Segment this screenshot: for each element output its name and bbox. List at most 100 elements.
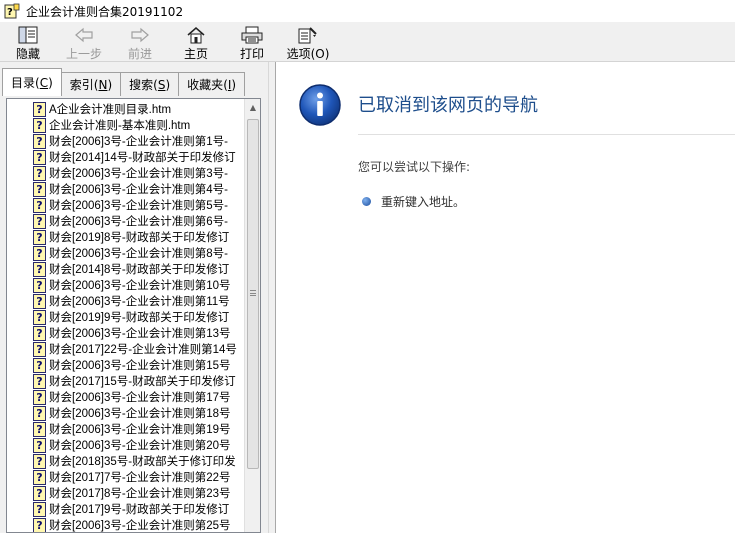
- tree-item[interactable]: ? 财会[2006]3号-企业会计准则第13号: [7, 325, 245, 341]
- tree-item[interactable]: ? 财会[2006]3号-企业会计准则第20号: [7, 437, 245, 453]
- tree-item-label: 财会[2006]3号-企业会计准则第13号: [49, 328, 231, 340]
- tree-item[interactable]: ? 财会[2006]3号-企业会计准则第3号-: [7, 165, 245, 181]
- tree-item[interactable]: ? 财会[2014]14号-财政部关于印发修订: [7, 149, 245, 165]
- tab-index-label: 索引: [69, 78, 94, 92]
- help-topic-icon: ?: [33, 293, 46, 309]
- tree-list: ? A企业会计准则目录.htm? 企业会计准则-基本准则.htm? 财会[2006]3…: [7, 101, 245, 532]
- help-topic-icon: ?: [33, 405, 46, 421]
- help-topic-icon: ?: [33, 421, 46, 437]
- tree-item[interactable]: ? 财会[2006]3号-企业会计准则第17号: [7, 389, 245, 405]
- help-topic-icon: ?: [33, 309, 46, 325]
- tree-item-label: 财会[2006]3号-企业会计准则第3号-: [49, 168, 228, 180]
- back-arrow-icon: [73, 25, 95, 44]
- tree-item[interactable]: ? 财会[2017]22号-企业会计准则第14号: [7, 341, 245, 357]
- tree-item-label: 财会[2018]35号-财政部关于修订印发: [49, 456, 236, 468]
- tree-item-label: 企业会计准则-基本准则.htm: [49, 120, 191, 132]
- tree-item-label: 财会[2006]3号-企业会计准则第10号: [49, 280, 231, 292]
- forward-label: 前进: [127, 47, 152, 61]
- help-topic-icon: ?: [33, 357, 46, 373]
- tree-item[interactable]: ? 企业会计准则-基本准则.htm: [7, 117, 245, 133]
- tree-item[interactable]: ? 财会[2018]35号-财政部关于修订印发: [7, 453, 245, 469]
- tab-search[interactable]: 搜索(S): [120, 72, 180, 96]
- home-icon: [185, 25, 207, 44]
- tree-item[interactable]: ? 财会[2019]8号-财政部关于印发修订: [7, 229, 245, 245]
- contents-tree[interactable]: ? A企业会计准则目录.htm? 企业会计准则-基本准则.htm? 财会[2006]3…: [6, 98, 261, 533]
- home-button[interactable]: 主页: [168, 22, 224, 62]
- tree-item[interactable]: ? 财会[2006]3号-企业会计准则第25号: [7, 517, 245, 532]
- tree-item-label: A企业会计准则目录.htm: [49, 104, 172, 116]
- tree-item-label: 财会[2006]3号-企业会计准则第20号: [49, 440, 231, 452]
- content-pane: 已取消到该网页的导航 您可以尝试以下操作: 重新键入地址。: [276, 62, 735, 533]
- tab-index[interactable]: 索引(N): [60, 72, 122, 96]
- tree-item[interactable]: ? 财会[2006]3号-企业会计准则第6号-: [7, 213, 245, 229]
- tree-item[interactable]: ? A企业会计准则目录.htm: [7, 101, 245, 117]
- help-topic-icon: ?: [33, 517, 46, 532]
- tree-item[interactable]: ? 财会[2017]8号-企业会计准则第23号: [7, 485, 245, 501]
- help-topic-icon: ?: [33, 165, 46, 181]
- help-topic-icon: ?: [33, 213, 46, 229]
- pane-splitter[interactable]: [268, 62, 276, 533]
- tree-item-label: 财会[2014]14号-财政部关于印发修订: [49, 152, 236, 164]
- hide-button[interactable]: 隐藏: [0, 22, 56, 62]
- help-topic-icon: ?: [33, 245, 46, 261]
- options-label: 选项(O): [286, 47, 330, 61]
- tree-item[interactable]: ? 财会[2006]3号-企业会计准则第1号-: [7, 133, 245, 149]
- forward-button[interactable]: 前进: [112, 22, 168, 62]
- tree-item-label: 财会[2006]3号-企业会计准则第19号: [49, 424, 231, 436]
- help-topic-icon: ?: [33, 181, 46, 197]
- suggestion-intro: 您可以尝试以下操作:: [358, 160, 471, 174]
- title-bar: ? 企业会计准则合集20191102: [0, 0, 735, 22]
- tree-item-label: 财会[2006]3号-企业会计准则第5号-: [49, 200, 228, 212]
- tree-item[interactable]: ? 财会[2017]9号-财政部关于印发修订: [7, 501, 245, 517]
- printer-icon: [241, 25, 263, 44]
- vertical-scrollbar[interactable]: ▲: [244, 99, 260, 532]
- tree-item-label: 财会[2006]3号-企业会计准则第1号-: [49, 136, 228, 148]
- tree-item[interactable]: ? 财会[2006]3号-企业会计准则第10号: [7, 277, 245, 293]
- forward-arrow-icon: [129, 25, 151, 44]
- scroll-up-icon[interactable]: ▲: [245, 99, 260, 116]
- tree-item[interactable]: ? 财会[2017]15号-财政部关于印发修订: [7, 373, 245, 389]
- tab-favorites-label: 收藏夹: [187, 78, 224, 92]
- print-button[interactable]: 打印: [224, 22, 280, 62]
- help-topic-icon: ?: [33, 229, 46, 245]
- tab-contents-key: C: [39, 75, 49, 90]
- help-topic-icon: ?: [33, 101, 46, 117]
- tree-item[interactable]: ? 财会[2006]3号-企业会计准则第15号: [7, 357, 245, 373]
- help-topic-icon: ?: [33, 453, 46, 469]
- help-topic-icon: ?: [33, 117, 46, 133]
- tab-search-key: S: [157, 77, 166, 92]
- navigation-pane: 目录(C) 索引(N) 搜索(S) 收藏夹(I) ? A企业会计准则目录.htm?…: [0, 62, 268, 533]
- tab-contents[interactable]: 目录(C): [2, 68, 62, 96]
- help-topic-icon: ?: [33, 341, 46, 357]
- tree-item-label: 财会[2017]8号-企业会计准则第23号: [49, 488, 231, 500]
- print-label: 打印: [239, 47, 264, 61]
- nav-tabs: 目录(C) 索引(N) 搜索(S) 收藏夹(I): [2, 68, 246, 96]
- tree-item-label: 财会[2017]15号-财政部关于印发修订: [49, 376, 236, 388]
- options-icon: [297, 25, 319, 44]
- tree-item[interactable]: ? 财会[2006]3号-企业会计准则第11号: [7, 293, 245, 309]
- svg-text:?: ?: [7, 7, 13, 18]
- help-topic-icon: ?: [33, 277, 46, 293]
- scrollbar-thumb[interactable]: [247, 119, 259, 469]
- tab-favorites[interactable]: 收藏夹(I): [178, 72, 246, 96]
- tree-item-label: 财会[2019]8号-财政部关于印发修订: [49, 232, 230, 244]
- tree-item[interactable]: ? 财会[2006]3号-企业会计准则第18号: [7, 405, 245, 421]
- tree-item[interactable]: ? 财会[2014]8号-财政部关于印发修订: [7, 261, 245, 277]
- tree-item[interactable]: ? 财会[2006]3号-企业会计准则第8号-: [7, 245, 245, 261]
- tree-item[interactable]: ? 财会[2017]7号-企业会计准则第22号: [7, 469, 245, 485]
- options-button[interactable]: 选项(O): [280, 22, 336, 62]
- tree-item[interactable]: ? 财会[2006]3号-企业会计准则第5号-: [7, 197, 245, 213]
- bullet-icon: [362, 197, 371, 206]
- hide-label: 隐藏: [15, 47, 40, 61]
- back-button[interactable]: 上一步: [56, 22, 112, 62]
- chm-help-icon: ?: [4, 3, 20, 19]
- tree-item[interactable]: ? 财会[2006]3号-企业会计准则第19号: [7, 421, 245, 437]
- help-topic-icon: ?: [33, 133, 46, 149]
- page-heading: 已取消到该网页的导航: [358, 95, 538, 116]
- tree-item-label: 财会[2006]3号-企业会计准则第15号: [49, 360, 231, 372]
- info-icon: [299, 84, 341, 126]
- tree-item[interactable]: ? 财会[2006]3号-企业会计准则第4号-: [7, 181, 245, 197]
- tree-item[interactable]: ? 财会[2019]9号-财政部关于印发修订: [7, 309, 245, 325]
- tree-item-label: 财会[2017]22号-企业会计准则第14号: [49, 344, 237, 356]
- tab-contents-label: 目录: [11, 76, 36, 90]
